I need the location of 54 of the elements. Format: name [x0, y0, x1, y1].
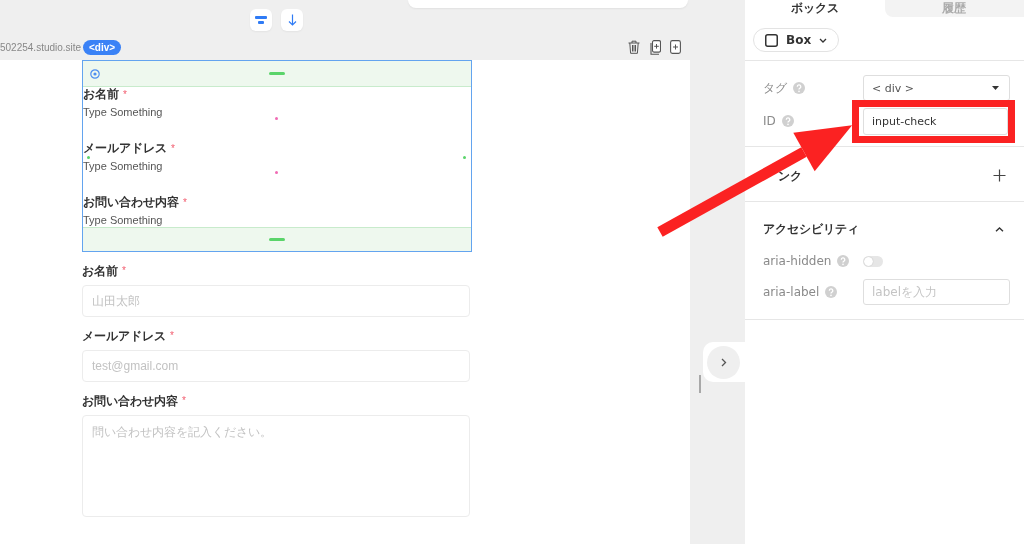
field-label: メールアドレス [83, 141, 167, 156]
text-input[interactable]: input-check [863, 107, 1008, 135]
circle-dot-icon[interactable] [90, 69, 100, 79]
help-icon[interactable] [793, 82, 805, 94]
property-label: タグ [763, 79, 787, 97]
marker-dot-icon [275, 171, 278, 174]
field-label: お名前 [82, 263, 118, 279]
section-title: ンク [778, 168, 802, 183]
padding-handle[interactable] [269, 238, 285, 241]
sample-text: Type Something [83, 159, 163, 173]
selected-element-tag: <div> [83, 39, 122, 55]
caret-down-icon [992, 86, 999, 90]
page-plus-icon[interactable] [670, 40, 681, 54]
required-mark: * [123, 88, 127, 101]
marker-dot-icon [87, 156, 90, 159]
tag-select[interactable]: < div > [863, 75, 1010, 101]
element-type-dropdown[interactable]: Box [753, 28, 840, 52]
required-mark: * [122, 265, 126, 277]
site-url: 502254.studio.site [0, 41, 83, 53]
move-down-button[interactable] [281, 9, 303, 31]
input-field[interactable]: test@gmail.com [82, 350, 470, 382]
input-field[interactable]: 山田太郎 [82, 285, 470, 317]
help-icon[interactable] [781, 115, 794, 127]
copy-plus-icon[interactable] [649, 39, 661, 55]
chevron-down-icon [819, 37, 828, 43]
required-mark: * [171, 142, 175, 155]
collapse-panel-button[interactable] [703, 342, 745, 382]
section-title: アクセシビリティ [763, 220, 859, 238]
down-arrow-icon [287, 14, 297, 26]
property-label: ID [763, 114, 776, 128]
trash-icon[interactable] [628, 40, 640, 54]
sample-text: Type Something [83, 213, 163, 227]
marker-dot-icon [275, 117, 278, 120]
chevron-icon[interactable] [995, 226, 1004, 232]
field-label: メールアドレス [82, 328, 166, 344]
marker-dot-icon [463, 156, 466, 159]
field-label: お問い合わせ内容 [83, 195, 179, 210]
help-icon[interactable] [825, 286, 838, 298]
plus-icon[interactable] [993, 169, 1006, 182]
toggle-switch[interactable] [863, 255, 883, 267]
padding-handle[interactable] [269, 72, 285, 75]
filter-button[interactable] [250, 9, 272, 31]
square-icon [765, 33, 778, 47]
required-mark: * [182, 395, 186, 407]
sample-text: Type Something [83, 105, 163, 119]
help-icon[interactable] [837, 255, 850, 267]
field-label: お名前 [83, 87, 119, 102]
field-label: お問い合わせ内容 [82, 393, 178, 409]
filter-icon [255, 16, 267, 24]
property-label: aria-label [763, 285, 820, 299]
required-mark: * [170, 330, 174, 342]
chevron-right-icon [707, 345, 740, 379]
required-mark: * [183, 196, 187, 209]
property-label: aria-hidden [763, 254, 832, 268]
